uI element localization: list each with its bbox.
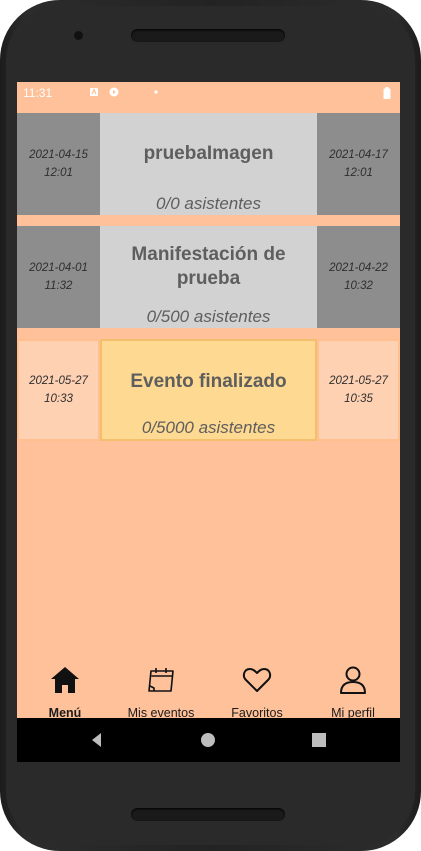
nav-item-profile[interactable]: Mi perfil	[305, 654, 400, 720]
bottom-navigation: Menú Mis eventos Favoritos Mi perfil	[17, 654, 400, 720]
event-title: Manifestación de prueba	[131, 244, 286, 289]
nav-item-my-events[interactable]: Mis eventos	[113, 654, 209, 720]
event-title: pruebaImagen	[143, 143, 274, 164]
back-icon[interactable]	[88, 731, 106, 749]
event-info: Manifestación de prueba 0/500 asistentes	[100, 226, 317, 328]
recents-icon[interactable]	[310, 731, 328, 749]
event-attendees: 0/0 asistentes	[156, 194, 261, 213]
front-camera	[74, 31, 83, 40]
event-attendees: 0/500 asistentes	[146, 307, 271, 326]
event-info: pruebaImagen 0/0 asistentes	[100, 113, 317, 215]
event-start-date: 2021-04-01 11:32	[17, 226, 100, 328]
home-button-icon[interactable]	[199, 731, 217, 749]
phone-frame: 11:31 2021-04-15 12:01 pruebaImagen 0/0 …	[0, 0, 421, 851]
dot-icon	[154, 90, 158, 94]
status-time: 11:31	[23, 86, 53, 100]
play-store-icon	[109, 87, 119, 97]
event-card-finished[interactable]: 2021-05-27 10:33 Evento finalizado 0/500…	[17, 339, 400, 441]
heart-icon	[242, 668, 272, 692]
nav-item-favorites[interactable]: Favoritos	[209, 654, 305, 720]
event-end-date: 2021-04-22 10:32	[317, 226, 400, 328]
user-icon	[340, 666, 366, 694]
calendar-icon	[148, 668, 174, 692]
event-attendees: 0/5000 asistentes	[141, 418, 276, 437]
event-start-date: 2021-04-15 12:01	[17, 113, 100, 215]
event-end-date: 2021-05-27 10:35	[317, 339, 400, 441]
earpiece-speaker	[131, 29, 285, 42]
event-card[interactable]: 2021-04-15 12:01 pruebaImagen 0/0 asiste…	[17, 113, 400, 215]
bottom-speaker	[131, 808, 285, 821]
event-start-date: 2021-05-27 10:33	[17, 339, 100, 441]
event-info: Evento finalizado 0/5000 asistentes	[100, 339, 317, 441]
event-title: Evento finalizado	[130, 371, 287, 392]
battery-icon	[383, 87, 391, 99]
event-end-date: 2021-04-17 12:01	[317, 113, 400, 215]
home-icon	[51, 667, 79, 693]
status-bar: 11:31	[17, 82, 400, 104]
event-card[interactable]: 2021-04-01 11:32 Manifestación de prueba…	[17, 226, 400, 328]
notification-a-icon	[90, 88, 98, 96]
system-navigation-bar	[17, 718, 400, 762]
app-screen: 11:31 2021-04-15 12:01 pruebaImagen 0/0 …	[17, 82, 400, 762]
nav-item-menu[interactable]: Menú	[17, 654, 113, 720]
